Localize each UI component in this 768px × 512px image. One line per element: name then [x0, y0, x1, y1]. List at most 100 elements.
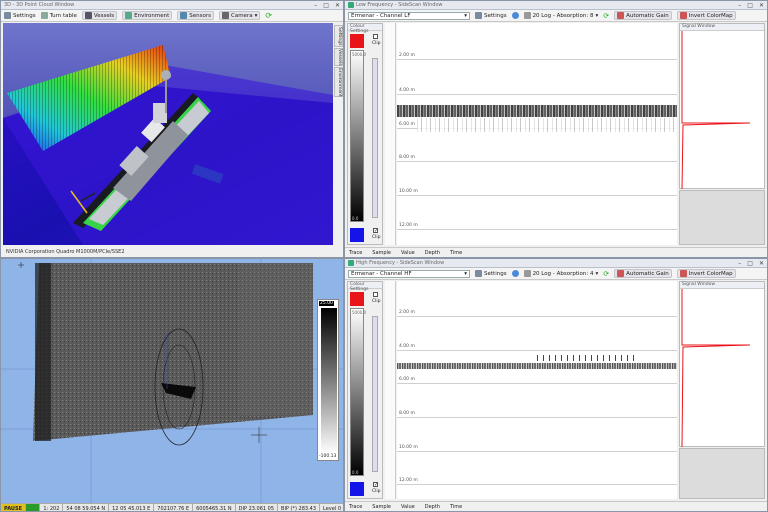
- side-tab-environment[interactable]: Environment: [334, 67, 343, 97]
- depth-label: 10.00 m: [399, 445, 418, 450]
- camera-icon: [221, 12, 229, 19]
- settings-button[interactable]: Settings: [4, 12, 36, 19]
- invert-icon: [679, 12, 687, 19]
- colour-gradient: [350, 50, 364, 222]
- automatic-gain-button[interactable]: Automatic Gain: [614, 269, 672, 278]
- log-icon: [523, 270, 531, 277]
- signal-trace: [681, 31, 751, 189]
- refresh-icon[interactable]: ⟳: [603, 12, 609, 20]
- min-colour-swatch[interactable]: [350, 228, 364, 242]
- depth-label: 10.00 m: [399, 189, 418, 194]
- vessels-button[interactable]: Vessels: [81, 11, 118, 20]
- refresh-icon[interactable]: ⟳: [265, 11, 272, 20]
- help-icon[interactable]: [511, 12, 519, 19]
- clip-bottom-checkbox[interactable]: ✓: [373, 228, 378, 234]
- maximize-icon[interactable]: □: [323, 2, 329, 9]
- seabed-echo: [397, 105, 677, 117]
- depth-label: 12.00 m: [399, 478, 418, 483]
- minimize-icon[interactable]: –: [738, 260, 741, 267]
- maximize-icon[interactable]: □: [747, 2, 753, 9]
- clip-bottom-label: Clip: [372, 235, 381, 240]
- point-cloud-toolbar: Settings Turn table Vessels Environment …: [1, 10, 343, 22]
- tab-time[interactable]: Time: [450, 504, 462, 510]
- range-slider[interactable]: [372, 316, 378, 472]
- depth-label: 6.00 m: [399, 122, 415, 127]
- close-icon[interactable]: ✕: [759, 260, 764, 267]
- refresh-icon[interactable]: ⟳: [603, 270, 609, 278]
- invert-colormap-button[interactable]: Invert ColorMap: [676, 11, 736, 20]
- dip: DIP 23.061 05: [236, 504, 279, 511]
- depth-ruler: [385, 281, 396, 499]
- minimize-icon[interactable]: –: [738, 2, 741, 9]
- sensors-button[interactable]: Sensors: [177, 11, 214, 20]
- environment-button[interactable]: Environment: [122, 11, 173, 20]
- level: Level 0: [320, 504, 343, 512]
- signal-trace: [681, 289, 751, 447]
- maximize-icon[interactable]: □: [747, 260, 753, 267]
- signal-window-footer: [679, 190, 765, 245]
- tab-sample[interactable]: Sample: [372, 504, 391, 510]
- point-cloud-titlebar: 3D - 3D Point Cloud Window – □ ✕: [1, 1, 343, 10]
- automatic-gain-button[interactable]: Automatic Gain: [614, 11, 672, 20]
- high-frequency-titlebar: High Frequency - SideScan Window – □ ✕: [345, 259, 767, 268]
- colour-gradient: [350, 308, 364, 476]
- clip-bottom-checkbox[interactable]: ✓: [373, 482, 378, 488]
- northing: 6005465.31 N: [193, 504, 236, 511]
- echogram-view[interactable]: 2.00 m 4.00 m 6.00 m 8.00 m 10.00 m 12.0…: [397, 281, 677, 499]
- echo-noise: [417, 118, 677, 132]
- scale-top-value: 5000.0: [352, 310, 366, 315]
- legend-bottom-value: -100.13: [319, 454, 337, 459]
- invert-icon: [679, 270, 687, 277]
- high-frequency-tabs: Trace Sample Value Depth Time: [345, 501, 767, 511]
- depth-label: 4.00 m: [399, 344, 415, 349]
- side-tab-vessels[interactable]: Vessels: [334, 48, 343, 66]
- colour-settings-panel: Colour Settings Clip 5000.0 0.0 ✓ Clip: [347, 281, 383, 499]
- clip-top-label: Clip: [372, 41, 381, 46]
- minimize-icon[interactable]: –: [314, 2, 317, 9]
- tab-depth[interactable]: Depth: [425, 504, 440, 510]
- close-icon[interactable]: ✕: [759, 2, 764, 9]
- point-cloud-viewport[interactable]: [3, 23, 333, 245]
- chevron-down-icon: ▾: [464, 12, 467, 19]
- settings-button[interactable]: Settings: [475, 12, 507, 19]
- tab-time[interactable]: Time: [450, 250, 462, 256]
- pause-badge[interactable]: PAUSE: [1, 504, 26, 511]
- min-colour-swatch[interactable]: [350, 482, 364, 496]
- side-tab-settings[interactable]: Settings: [334, 25, 343, 47]
- settings-button[interactable]: Settings: [475, 270, 507, 277]
- vessel-icon: [84, 12, 92, 19]
- clip-top-checkbox[interactable]: [373, 34, 378, 39]
- help-icon[interactable]: [511, 270, 519, 277]
- low-frequency-toolbar: Ermenar - Channel LF ▾ Settings 20 Log - …: [345, 10, 767, 22]
- tab-value[interactable]: Value: [401, 250, 415, 256]
- log-dropdown[interactable]: 20 Log - Absorption: 8 ▾: [523, 12, 598, 19]
- turn-table-button[interactable]: Turn table: [40, 12, 77, 19]
- channel-select[interactable]: Ermenar - Channel LF ▾: [348, 11, 470, 20]
- clip-top-checkbox[interactable]: [373, 292, 378, 297]
- tab-trace[interactable]: Trace: [349, 250, 362, 256]
- max-colour-swatch[interactable]: [350, 292, 364, 306]
- camera-button[interactable]: Camera ▾: [218, 11, 261, 20]
- range-slider[interactable]: [372, 58, 378, 218]
- echogram-view[interactable]: 2.00 m 4.00 m 6.00 m 8.00 m 10.00 m 12.0…: [397, 23, 677, 245]
- max-colour-swatch[interactable]: [350, 34, 364, 48]
- sidescan-mosaic[interactable]: [1, 259, 344, 503]
- bip: BIP (*) 283.43: [278, 504, 321, 511]
- tab-value[interactable]: Value: [401, 504, 415, 510]
- depth-label: 12.00 m: [399, 223, 418, 228]
- invert-colormap-button[interactable]: Invert ColorMap: [676, 269, 736, 278]
- log-dropdown[interactable]: 20 Log - Absorption: 4 ▾: [523, 270, 598, 277]
- tab-sample[interactable]: Sample: [372, 250, 391, 256]
- low-frequency-titlebar: Low Frequency - SideScan Window – □ ✕: [345, 1, 767, 10]
- tab-trace[interactable]: Trace: [349, 504, 362, 510]
- depth-label: 2.00 m: [399, 53, 415, 58]
- gain-icon: [617, 12, 625, 19]
- latitude: 54 08 59.054 N: [63, 504, 110, 511]
- longitude: 12 05 45.013 E: [109, 504, 155, 511]
- map-status-bar: PAUSE 1: 202 54 08 59.054 N 12 05 45.013…: [1, 503, 343, 512]
- tab-depth[interactable]: Depth: [425, 250, 440, 256]
- channel-select[interactable]: Ermenar - Channel HF ▾: [348, 269, 470, 278]
- close-icon[interactable]: ✕: [335, 2, 340, 9]
- app-icon: [348, 2, 354, 8]
- record-badge[interactable]: [26, 504, 41, 511]
